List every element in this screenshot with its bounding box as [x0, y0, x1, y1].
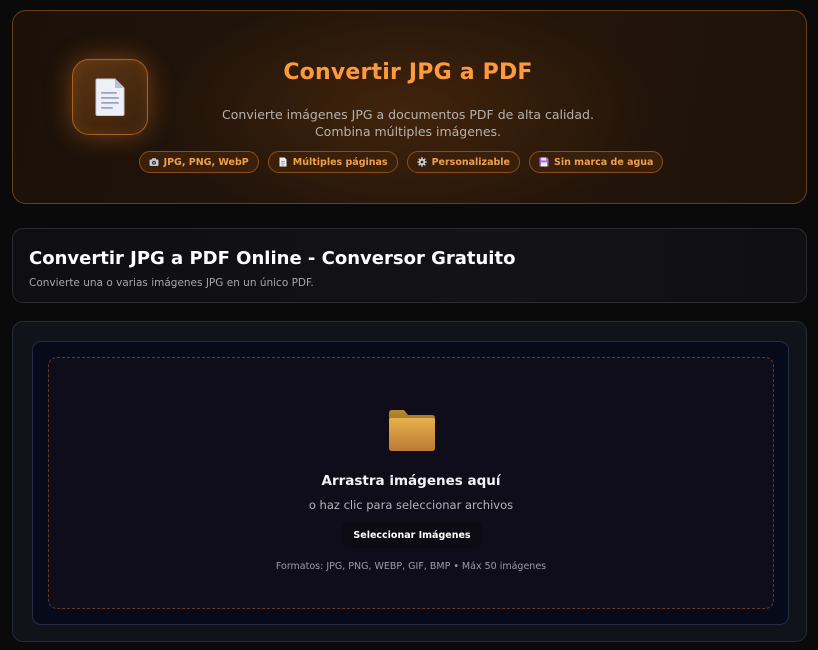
badge-pages-label: Múltiples páginas: [292, 156, 388, 168]
hero-banner: Convertir JPG a PDF Convierte imágenes J…: [12, 10, 807, 204]
hero-description-line-1: Convierte imágenes JPG a documentos PDF …: [222, 107, 594, 122]
gear-icon: [416, 157, 427, 167]
page: Convertir JPG a PDF Convierte imágenes J…: [0, 0, 818, 650]
badge-no-watermark: Sin marca de agua: [529, 151, 664, 173]
hero-description: Convierte imágenes JPG a documentos PDF …: [163, 106, 653, 140]
badge-formats: JPG, PNG, WebP: [138, 151, 259, 173]
dropzone-subtitle: o haz clic para seleccionar archivos: [308, 498, 514, 512]
upload-container: Arrastra imágenes aquí o haz clic para s…: [32, 341, 789, 625]
upload-panel: Arrastra imágenes aquí o haz clic para s…: [12, 321, 807, 642]
info-subtitle: Convierte una o varias imágenes JPG en u…: [29, 277, 314, 289]
page-title: Convertir JPG a PDF: [283, 60, 533, 85]
feature-badges: JPG, PNG, WebP Múltiples páginas Persona…: [138, 151, 664, 173]
info-title: Convertir JPG a PDF Online - Conversor G…: [29, 248, 516, 269]
badge-no-watermark-label: Sin marca de agua: [554, 156, 654, 168]
camera-icon: [149, 158, 159, 166]
page-icon: [279, 157, 287, 167]
badge-customizable: Personalizable: [406, 151, 520, 173]
badge-customizable-label: Personalizable: [431, 156, 510, 168]
floppy-disk-icon: [539, 157, 549, 167]
dropzone[interactable]: Arrastra imágenes aquí o haz clic para s…: [48, 357, 774, 609]
document-icon: [95, 78, 125, 116]
document-icon-tile: [72, 59, 148, 135]
supported-formats: Formatos: JPG, PNG, WEBP, GIF, BMP • Máx…: [275, 561, 547, 572]
info-card: Convertir JPG a PDF Online - Conversor G…: [12, 228, 807, 303]
hero-description-line-2: Combina múltiples imágenes.: [314, 124, 502, 139]
badge-pages: Múltiples páginas: [267, 151, 398, 173]
badge-formats-label: JPG, PNG, WebP: [163, 156, 249, 168]
select-images-button[interactable]: Seleccionar Imágenes: [342, 522, 482, 548]
dropzone-title: Arrastra imágenes aquí: [321, 473, 501, 489]
folder-icon: [389, 410, 435, 451]
